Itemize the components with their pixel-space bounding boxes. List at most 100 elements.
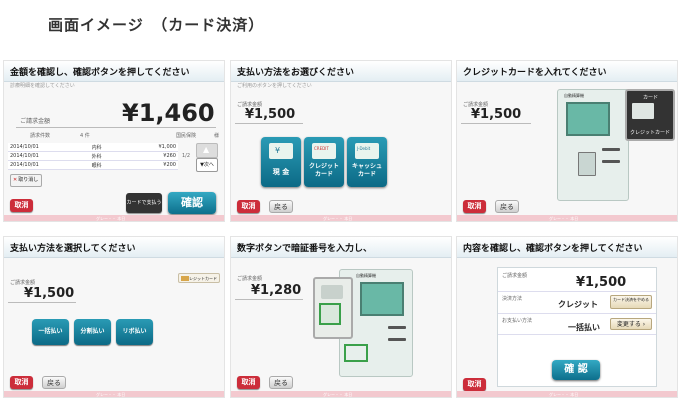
row-dept: 内科 bbox=[89, 143, 125, 152]
divider bbox=[498, 291, 656, 292]
col-insurance: 国民保険 bbox=[176, 133, 197, 139]
table-row[interactable]: 2014/10/01 眼科 ¥200 bbox=[8, 160, 178, 170]
footer-bar: グレー・・ 本日 bbox=[457, 215, 677, 221]
amount-value: ¥1,500 bbox=[245, 107, 296, 122]
cancel-button[interactable]: 取消 bbox=[463, 378, 486, 391]
change-plan-button[interactable]: 変更する › bbox=[610, 318, 652, 330]
back-button[interactable]: 戻る bbox=[42, 376, 66, 389]
credit-card-icon: CREDIT bbox=[312, 143, 336, 159]
withdraw-button[interactable]: ✕取り消し bbox=[10, 174, 42, 187]
footer-text: グレー・・ 本日 bbox=[323, 216, 353, 221]
divider bbox=[235, 299, 303, 300]
row-amount: ¥1,000 bbox=[124, 143, 178, 152]
lump-sum-button[interactable]: 一括払い bbox=[32, 319, 69, 345]
row-date: 2014/10/01 bbox=[8, 160, 90, 170]
panel-subtitle: 診療明細を確認してください bbox=[10, 83, 75, 89]
footer-text: グレー・・ 本日 bbox=[96, 216, 126, 221]
count-label: 請求件数 bbox=[30, 133, 51, 139]
summary-box: ご請求金額 ¥1,500 決済方法 クレジット カード決済をやめる お支払い方法… bbox=[497, 267, 657, 387]
footer-bar: グレー・・ 本日 bbox=[4, 391, 224, 397]
cancel-button[interactable]: 取消 bbox=[10, 199, 33, 212]
panel-subtitle: ご利用のボタンを押してください bbox=[237, 83, 312, 89]
row-date: 2014/10/01 bbox=[8, 143, 90, 152]
confirm-button[interactable]: 確認 bbox=[168, 192, 216, 214]
cancel-button[interactable]: 取消 bbox=[10, 376, 33, 389]
panel-title: 数字ボタンで暗証番号を入力し、 bbox=[237, 244, 373, 254]
credit-card-icon bbox=[181, 276, 189, 281]
panel-title: クレジットカードを入れてください bbox=[463, 68, 607, 78]
amount-value: ¥1,280 bbox=[251, 283, 302, 298]
prev-page-button[interactable]: ▲ bbox=[196, 143, 218, 158]
panel-header: 金額を確認し、確認ボタンを押してください bbox=[4, 61, 224, 82]
footer-bar: グレー・・ 本日 bbox=[4, 215, 224, 221]
bill-slot bbox=[388, 326, 406, 329]
cash-card-button[interactable]: J-Debit キャッシュ カード bbox=[347, 137, 387, 187]
footer-bar: グレー・・ 本日 bbox=[231, 391, 451, 397]
col-sama: 様 bbox=[214, 133, 220, 139]
panel-title: 内容を確認し、確認ボタンを押してください bbox=[463, 244, 643, 254]
record-table: 2014/10/01 内科 ¥1,000 2014/10/01 外科 ¥260 2014… bbox=[8, 143, 178, 170]
footer-text: グレー・・ 本日 bbox=[96, 392, 126, 397]
debit-card-icon: J-Debit bbox=[355, 143, 379, 159]
method-label: 決済方法 bbox=[502, 296, 523, 302]
cancel-button[interactable]: 取消 bbox=[463, 200, 486, 213]
amount-value: ¥1,500 bbox=[576, 275, 627, 290]
amount-label: ご請求金額 bbox=[237, 276, 263, 282]
credit-card-button[interactable]: CREDIT クレジット カード bbox=[304, 137, 344, 187]
footer-text: グレー・・ 本日 bbox=[323, 392, 353, 397]
chevron-right-icon: › bbox=[640, 321, 646, 328]
amount-label: ご請求金額 bbox=[10, 280, 36, 286]
panel-header: 支払い方法をお選びください bbox=[231, 61, 451, 82]
kiosk-label: 自動精算機 bbox=[356, 273, 376, 278]
footer-bar: グレー・・ 本日 bbox=[457, 391, 677, 397]
row-amount: ¥200 bbox=[124, 160, 178, 170]
bill-slot bbox=[602, 148, 620, 151]
panel-insert-card: クレジットカードを入れてください ご請求金額 ¥1,500 自動精算機 カード … bbox=[456, 60, 678, 222]
back-button[interactable]: 戻る bbox=[269, 376, 293, 389]
amount-label: ご請求金額 bbox=[20, 118, 51, 125]
next-page-button[interactable]: ▼次へ bbox=[196, 158, 218, 172]
method-value: クレジット bbox=[558, 300, 598, 309]
row-dept: 眼科 bbox=[89, 160, 125, 170]
callout-title: カード bbox=[643, 95, 659, 101]
cancel-button[interactable]: 取消 bbox=[237, 200, 260, 213]
credit-card-badge: クレジットカード bbox=[178, 273, 220, 283]
kiosk-illustration: 自動精算機 bbox=[557, 89, 629, 201]
table-row[interactable]: 2014/10/01 外科 ¥260 bbox=[8, 151, 178, 161]
plan-label: お支払い方法 bbox=[502, 318, 533, 324]
panel-header: 内容を確認し、確認ボタンを押してください bbox=[457, 237, 677, 258]
row-dept: 外科 bbox=[89, 151, 125, 161]
divider bbox=[235, 123, 303, 124]
panel-select-payment: 支払い方法をお選びください ご利用のボタンを押してください ご請求金額 ¥1,5… bbox=[230, 60, 452, 222]
cancel-button[interactable]: 取消 bbox=[237, 376, 260, 389]
card-reader bbox=[578, 152, 596, 176]
revolving-button[interactable]: リボ払い bbox=[116, 319, 153, 345]
panel-header: 数字ボタンで暗証番号を入力し、 bbox=[231, 237, 451, 258]
amount-value: ¥1,500 bbox=[471, 107, 522, 122]
kiosk-screen bbox=[360, 282, 404, 316]
cash-button[interactable]: ¥ 現 金 bbox=[261, 137, 301, 187]
panel-title: 支払い方法を選択してください bbox=[10, 244, 136, 254]
divider bbox=[461, 123, 531, 124]
installment-button[interactable]: 分割払い bbox=[74, 319, 111, 345]
panel-header: 支払い方法を選択してください bbox=[4, 237, 224, 258]
panel-enter-pin: 数字ボタンで暗証番号を入力し、 ご請求金額 ¥1,280 自動精算機 取消 戻る… bbox=[230, 236, 452, 398]
back-button[interactable]: 戻る bbox=[269, 200, 293, 213]
table-row[interactable]: 2014/10/01 内科 ¥1,000 bbox=[8, 143, 178, 152]
footer-bar: グレー・・ 本日 bbox=[231, 215, 451, 221]
panel-title: 支払い方法をお選びください bbox=[237, 68, 355, 78]
cancel-card-payment-button[interactable]: カード決済をやめる bbox=[610, 295, 652, 309]
card-pay-button[interactable]: カードで支払う bbox=[126, 193, 162, 213]
divider bbox=[8, 302, 76, 303]
panel-select-installment: 支払い方法を選択してください ご請求金額 ¥1,500 クレジットカード 一括払… bbox=[3, 236, 225, 398]
confirm-button[interactable]: 確 認 bbox=[552, 360, 600, 380]
amount-label: ご請求金額 bbox=[502, 273, 528, 279]
footer-text: グレー・・ 本日 bbox=[549, 392, 579, 397]
back-button[interactable]: 戻る bbox=[495, 200, 519, 213]
credit-card-icon bbox=[632, 103, 654, 119]
close-icon: ✕ bbox=[13, 177, 18, 183]
chevron-up-icon: ▲ bbox=[203, 145, 210, 154]
card-callout: カード クレジットカード bbox=[625, 89, 675, 141]
cash-icon: ¥ bbox=[269, 143, 293, 159]
page-indicator: 1/2 bbox=[182, 153, 191, 159]
